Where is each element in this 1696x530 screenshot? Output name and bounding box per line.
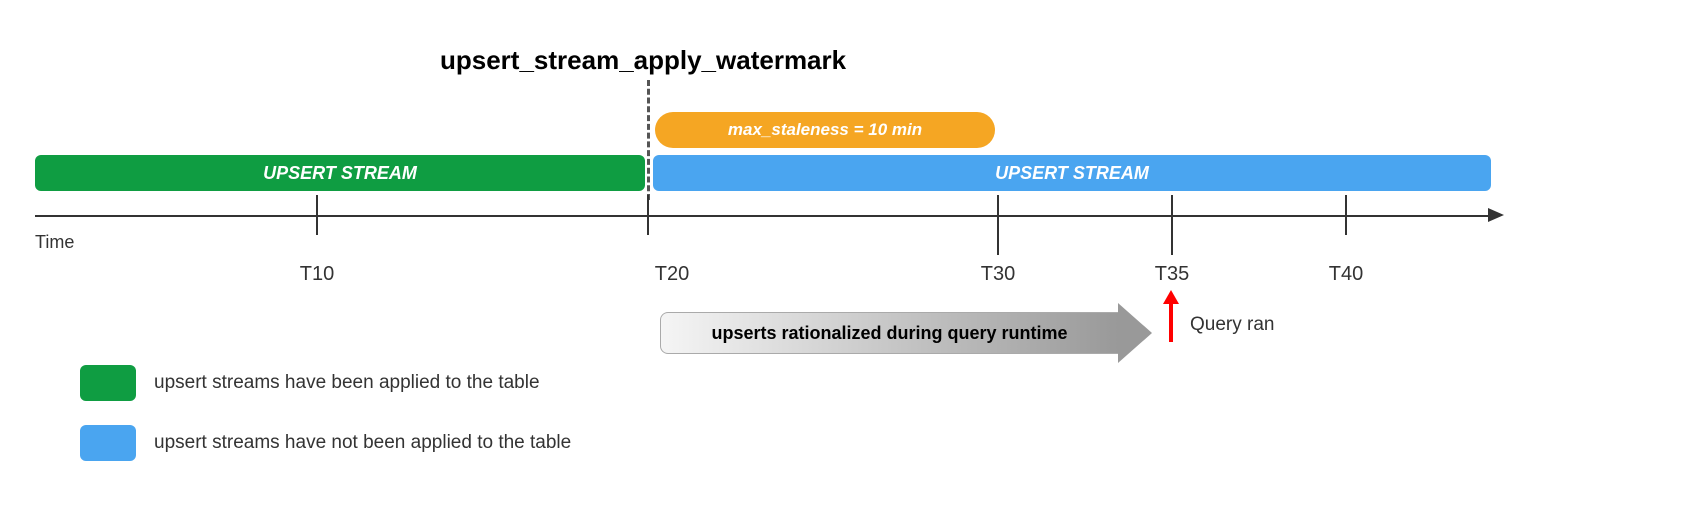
rationalized-arrow: upserts rationalized during query runtim… bbox=[660, 303, 1152, 363]
tick-t35 bbox=[1171, 195, 1173, 255]
legend-swatch-applied bbox=[80, 365, 136, 401]
rationalized-label: upserts rationalized during query runtim… bbox=[711, 323, 1067, 344]
tick-t10 bbox=[316, 195, 318, 235]
tick-t40 bbox=[1345, 195, 1347, 235]
segment-not-applied: UPSERT STREAM bbox=[653, 155, 1491, 191]
legend-label-applied: upsert streams have been applied to the … bbox=[154, 372, 540, 394]
tick-label-t30: T30 bbox=[981, 263, 1015, 286]
tick-label-t20: T20 bbox=[655, 263, 689, 286]
legend-not-applied: upsert streams have not been applied to … bbox=[80, 425, 571, 461]
tick-t20 bbox=[647, 195, 649, 235]
segment-not-applied-label: UPSERT STREAM bbox=[995, 163, 1149, 184]
legend-applied: upsert streams have been applied to the … bbox=[80, 365, 540, 401]
segment-applied-label: UPSERT STREAM bbox=[263, 163, 417, 184]
legend-swatch-not-applied bbox=[80, 425, 136, 461]
tick-label-t10: T10 bbox=[300, 263, 334, 286]
time-axis bbox=[35, 215, 1490, 217]
watermark-title: upsert_stream_apply_watermark bbox=[440, 45, 846, 76]
tick-label-t35: T35 bbox=[1155, 263, 1189, 286]
segment-applied: UPSERT STREAM bbox=[35, 155, 645, 191]
legend-label-not-applied: upsert streams have not been applied to … bbox=[154, 432, 571, 454]
staleness-bar: max_staleness = 10 min bbox=[655, 112, 995, 148]
staleness-label: max_staleness = 10 min bbox=[728, 120, 922, 140]
time-axis-label: Time bbox=[35, 232, 74, 253]
query-ran-label: Query ran bbox=[1190, 314, 1274, 336]
tick-label-t40: T40 bbox=[1329, 263, 1363, 286]
time-axis-arrowhead bbox=[1488, 208, 1504, 222]
tick-t30 bbox=[997, 195, 999, 255]
watermark-line bbox=[647, 80, 650, 200]
timeline-diagram: upsert_stream_apply_watermark max_stalen… bbox=[20, 20, 1676, 510]
rationalized-arrowhead bbox=[1118, 303, 1152, 363]
